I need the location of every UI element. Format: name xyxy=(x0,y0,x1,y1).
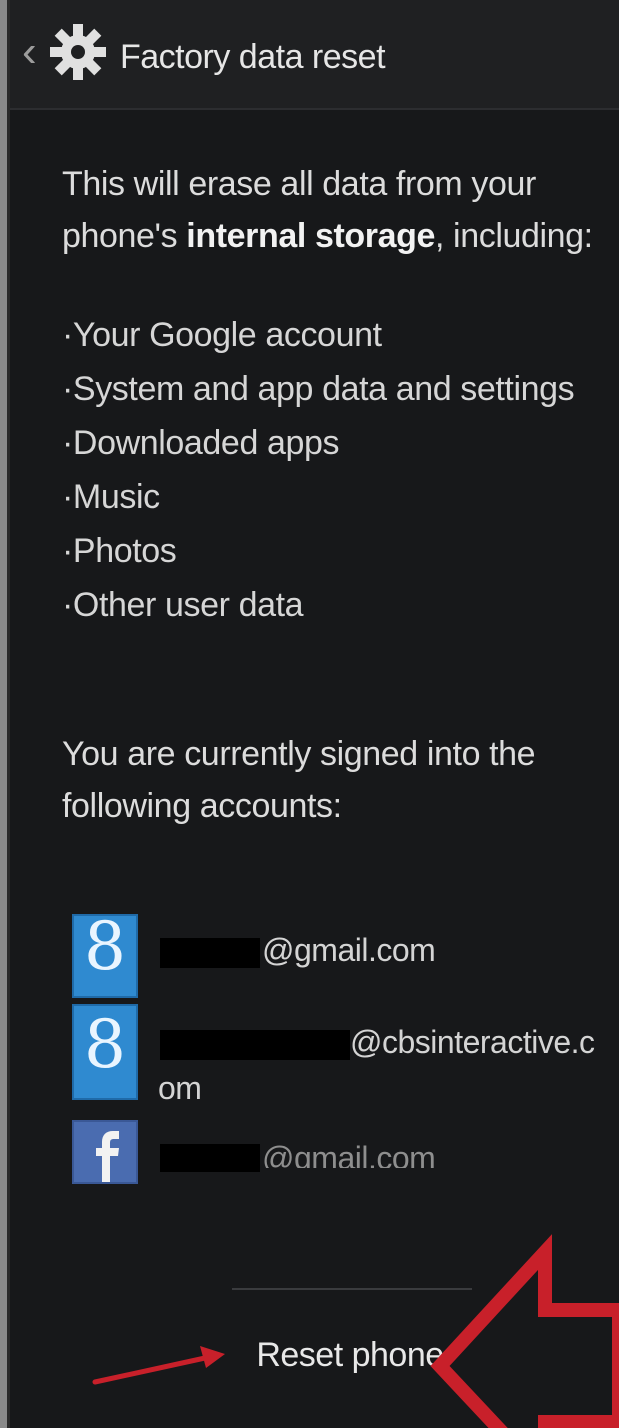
google-account-icon: 8 xyxy=(72,914,138,998)
erase-list: ·Your Google account ·System and app dat… xyxy=(62,308,612,632)
list-item: ·System and app data and settings xyxy=(62,370,575,408)
list-item: ·Music xyxy=(62,478,160,516)
gear-icon[interactable] xyxy=(48,22,108,82)
page-title: Factory data reset xyxy=(120,38,386,76)
list-item: ·Your Google account xyxy=(62,316,382,354)
redaction-bar xyxy=(160,938,260,968)
button-divider xyxy=(232,1288,472,1290)
account-email: @gmail.com xyxy=(262,932,436,968)
list-item: ·Downloaded apps xyxy=(62,424,340,462)
intro-bold: internal storage xyxy=(186,217,435,255)
window-edge xyxy=(0,0,7,1428)
list-item: ·Photos xyxy=(62,532,177,570)
reset-content: This will erase all data from your phone… xyxy=(10,110,619,1428)
list-item: ·Other user data xyxy=(62,586,304,624)
redaction-bar xyxy=(160,1030,350,1060)
back-chevron-icon[interactable]: ‹ xyxy=(22,22,50,82)
redaction-bar xyxy=(160,1144,260,1172)
reset-phone-button[interactable]: Reset phone xyxy=(200,1300,500,1410)
facebook-account-icon xyxy=(72,1120,138,1184)
account-row: 8 xyxy=(72,914,138,998)
account-email-wrap: om xyxy=(158,1070,202,1106)
accounts-heading: You are currently signed into the follow… xyxy=(62,735,536,825)
account-row: 8 xyxy=(72,1004,138,1100)
google-account-icon: 8 xyxy=(72,1004,138,1100)
intro-text: This will erase all data from your phone… xyxy=(62,158,602,262)
account-row xyxy=(72,1120,138,1184)
action-bar: ‹ Factory data reset xyxy=(10,0,619,110)
account-email: @cbsinteractive.c xyxy=(350,1024,595,1060)
account-email: @gmail.com xyxy=(262,1140,436,1168)
intro-suffix: , including: xyxy=(434,217,593,255)
